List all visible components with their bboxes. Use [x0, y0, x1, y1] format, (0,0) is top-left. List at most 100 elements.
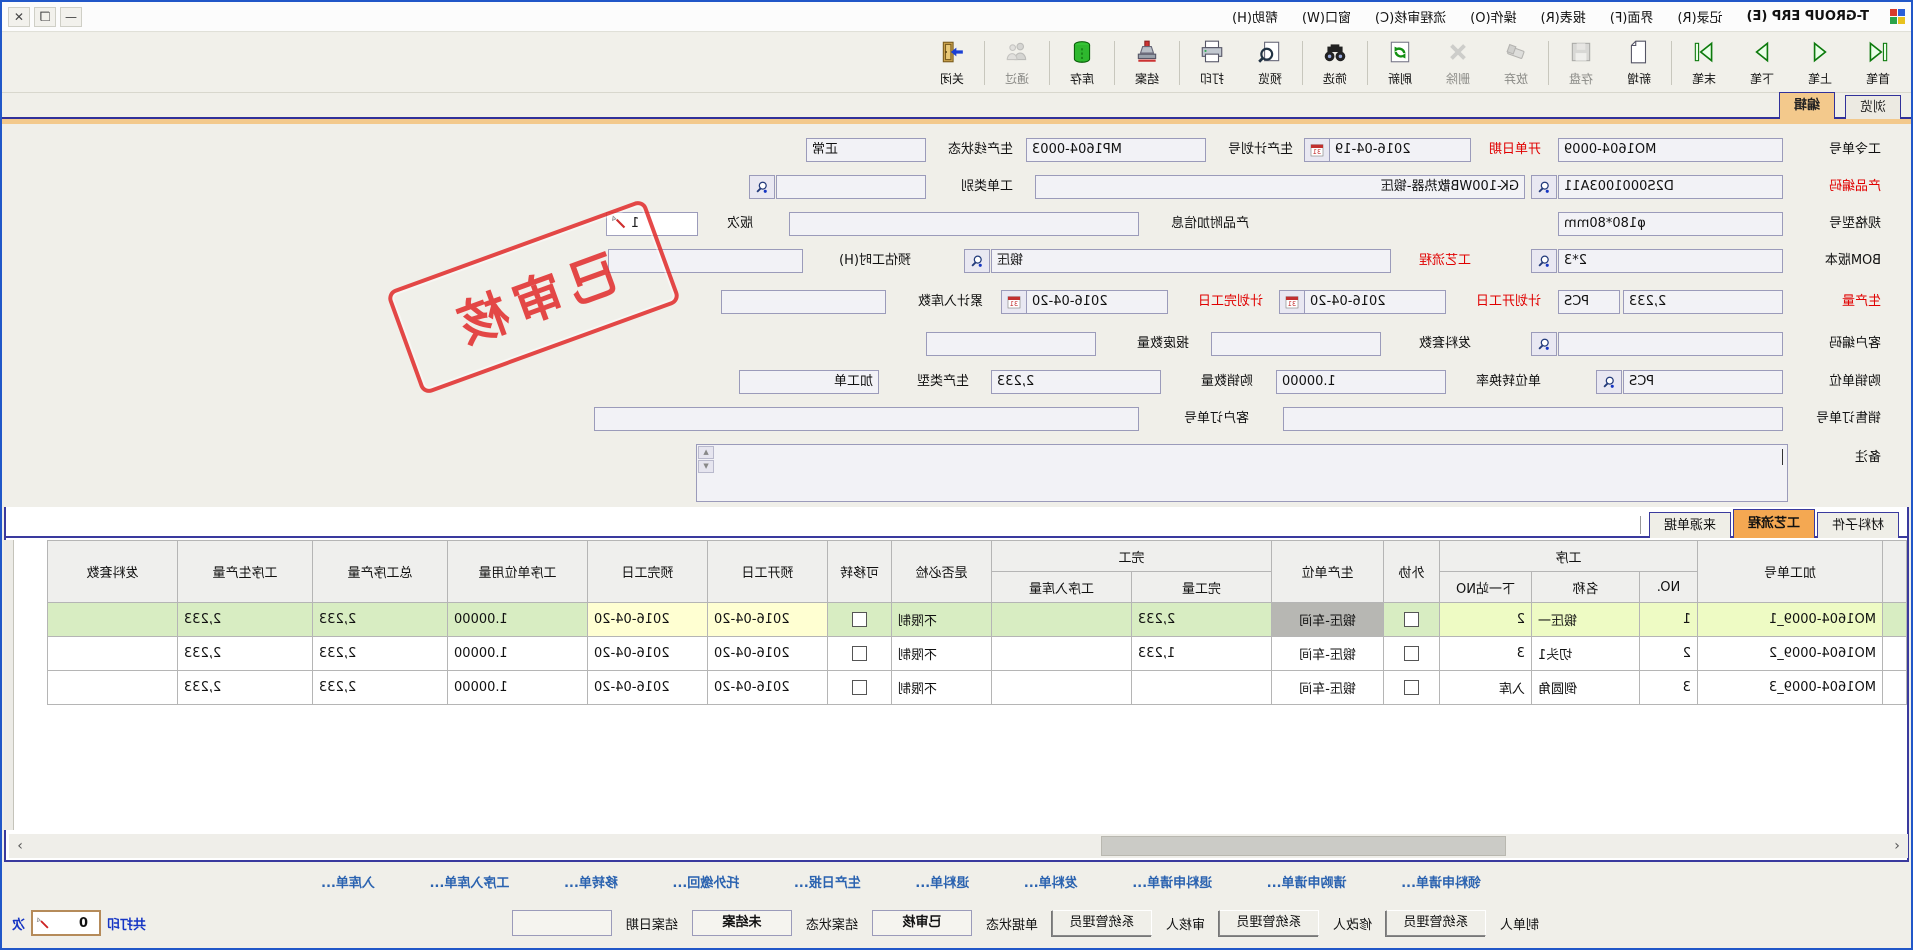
- row-indicator[interactable]: [1883, 603, 1907, 637]
- scrap-qty-field[interactable]: [926, 332, 1096, 356]
- open-date-field[interactable]: 2016-04-19: [1329, 138, 1471, 162]
- cell[interactable]: 入库: [1440, 671, 1532, 705]
- wo-type-field[interactable]: [776, 175, 926, 199]
- menu-item-2[interactable]: 报表(R): [1529, 4, 1598, 29]
- order-no-field[interactable]: MO1604-0009: [1558, 138, 1783, 162]
- toolbar-inventory-button[interactable]: 库存: [1053, 36, 1111, 90]
- toolbar-binoculars-button[interactable]: 筛选: [1306, 36, 1364, 90]
- menu-item-0[interactable]: 记录(R): [1665, 4, 1734, 29]
- checkbox-icon[interactable]: [852, 680, 867, 695]
- cell[interactable]: 2,233: [178, 671, 313, 705]
- checkbox-cell[interactable]: [1384, 637, 1440, 671]
- spin-up-icon[interactable]: ▲: [698, 446, 714, 459]
- checkbox-icon[interactable]: [852, 612, 867, 627]
- cell[interactable]: 2016-04-20: [588, 671, 708, 705]
- col-step-output[interactable]: 工序生产量: [178, 541, 313, 603]
- table-row[interactable]: MO1604-0009_33倒圆角入库锻压-车间不限制2016-04-20201…: [48, 671, 1907, 705]
- cell[interactable]: 1,233: [1132, 637, 1272, 671]
- cell[interactable]: 不限制: [892, 603, 992, 637]
- cell[interactable]: 3: [1440, 637, 1532, 671]
- col-pre-start[interactable]: 预开工日: [708, 541, 828, 603]
- sale-unit-field[interactable]: PCS: [1623, 370, 1783, 394]
- line-status-field[interactable]: 正常: [806, 138, 926, 162]
- toolbar-close-door-button[interactable]: 关闭: [923, 36, 981, 90]
- cell[interactable]: 锻压-车间: [1272, 603, 1384, 637]
- col-name[interactable]: 名称: [1532, 572, 1640, 603]
- toolbar-nav-prev-button[interactable]: 上笔: [1791, 36, 1849, 90]
- doc-link-2[interactable]: 退料申请单...: [1132, 872, 1212, 891]
- col-unit-usage[interactable]: 工序单位用量: [448, 541, 588, 603]
- checkbox-icon[interactable]: [852, 646, 867, 661]
- minimize-button[interactable]: —: [60, 7, 82, 27]
- row-indicator[interactable]: [1883, 671, 1907, 705]
- checkbox-cell[interactable]: [828, 637, 892, 671]
- cell[interactable]: [48, 637, 178, 671]
- checkbox-cell[interactable]: [828, 603, 892, 637]
- bom-lookup-icon[interactable]: [1531, 249, 1557, 273]
- cell[interactable]: 锻压-车间: [1272, 637, 1384, 671]
- menu-item-6[interactable]: 帮助(H): [1220, 4, 1290, 29]
- product-code-field[interactable]: D2S0001003A11: [1558, 175, 1783, 199]
- open-date-calendar-icon[interactable]: 31: [1304, 138, 1330, 162]
- product-name-field[interactable]: GK-100WB散热器-锻压: [1035, 175, 1525, 199]
- status-value-2[interactable]: 系统管理员: [1052, 910, 1152, 936]
- cell[interactable]: MO1604-0009_2: [1698, 637, 1883, 671]
- qty-field[interactable]: 2,233: [1623, 290, 1783, 314]
- checkbox-icon[interactable]: [1404, 646, 1419, 661]
- product-info-field[interactable]: [789, 212, 1139, 236]
- vertical-scrollbar[interactable]: [4, 540, 14, 830]
- doc-link-4[interactable]: 退料单...: [915, 872, 969, 891]
- qty-unit-field[interactable]: PCS: [1558, 290, 1620, 314]
- status-value-0[interactable]: 系统管理员: [1386, 910, 1486, 936]
- toolbar-stamp-button[interactable]: 结案: [1118, 36, 1176, 90]
- cell[interactable]: 1: [1640, 603, 1698, 637]
- cell[interactable]: [992, 637, 1132, 671]
- toolbar-new-doc-button[interactable]: 新增: [1610, 36, 1668, 90]
- doc-link-3[interactable]: 发料单...: [1024, 872, 1078, 891]
- cell[interactable]: 2: [1640, 637, 1698, 671]
- product-lookup-icon[interactable]: [1531, 175, 1557, 199]
- plan-start-calendar-icon[interactable]: 31: [1279, 290, 1305, 314]
- plan-start-field[interactable]: 2016-04-20: [1304, 290, 1446, 314]
- tab-materials[interactable]: 材料子件: [1817, 512, 1899, 538]
- toolbar-print-button[interactable]: 打印: [1183, 36, 1241, 90]
- row-indicator[interactable]: [1883, 637, 1907, 671]
- spin-down-icon[interactable]: ▼: [698, 460, 714, 473]
- cell[interactable]: 2016-04-20: [708, 637, 828, 671]
- cell[interactable]: 1.00000: [448, 603, 588, 637]
- cell[interactable]: 不限制: [892, 637, 992, 671]
- cell[interactable]: [992, 603, 1132, 637]
- customer-lookup-icon[interactable]: [1531, 332, 1557, 356]
- cell[interactable]: 2016-04-20: [708, 603, 828, 637]
- tab-source-docs[interactable]: 来源单据: [1649, 512, 1731, 538]
- sales-order-field[interactable]: [1283, 407, 1783, 431]
- print-count-box[interactable]: 0: [31, 910, 101, 936]
- menu-app-title[interactable]: T-GROUP ERP (E): [1735, 6, 1881, 27]
- cell[interactable]: 2,233: [1132, 603, 1272, 637]
- toolbar-nav-last-button[interactable]: 末笔: [1675, 36, 1733, 90]
- col-no[interactable]: NO.: [1640, 572, 1698, 603]
- cell[interactable]: 锻压-车间: [1272, 671, 1384, 705]
- remark-field[interactable]: ▲ ▼: [696, 444, 1788, 502]
- col-outsource[interactable]: 外协: [1384, 541, 1440, 603]
- col-must-check[interactable]: 是否必检: [892, 541, 992, 603]
- toolbar-refresh-button[interactable]: 刷新: [1371, 36, 1429, 90]
- cell[interactable]: 2016-04-20: [588, 637, 708, 671]
- unit-rate-field[interactable]: 1.00000: [1276, 370, 1446, 394]
- doc-link-0[interactable]: 领料申请单...: [1401, 872, 1481, 891]
- toolbar-preview-button[interactable]: 预览: [1241, 36, 1299, 90]
- plan-no-field[interactable]: MP1604-0003: [1026, 138, 1206, 162]
- cell[interactable]: [1132, 671, 1272, 705]
- col-transferable[interactable]: 可移转: [828, 541, 892, 603]
- tab-process-route[interactable]: 工艺流程: [1733, 509, 1815, 538]
- cell[interactable]: 3: [1640, 671, 1698, 705]
- customer-code-field[interactable]: [1558, 332, 1783, 356]
- sale-unit-lookup-icon[interactable]: [1596, 370, 1622, 394]
- sale-qty-field[interactable]: 2,233: [991, 370, 1161, 394]
- cell[interactable]: MO1604-0009_1: [1698, 603, 1883, 637]
- menu-item-3[interactable]: 操作(O): [1458, 4, 1528, 29]
- close-button[interactable]: ✕: [8, 7, 30, 27]
- cell[interactable]: MO1604-0009_3: [1698, 671, 1883, 705]
- doc-link-5[interactable]: 生产日报...: [794, 872, 861, 891]
- checkbox-cell[interactable]: [1384, 603, 1440, 637]
